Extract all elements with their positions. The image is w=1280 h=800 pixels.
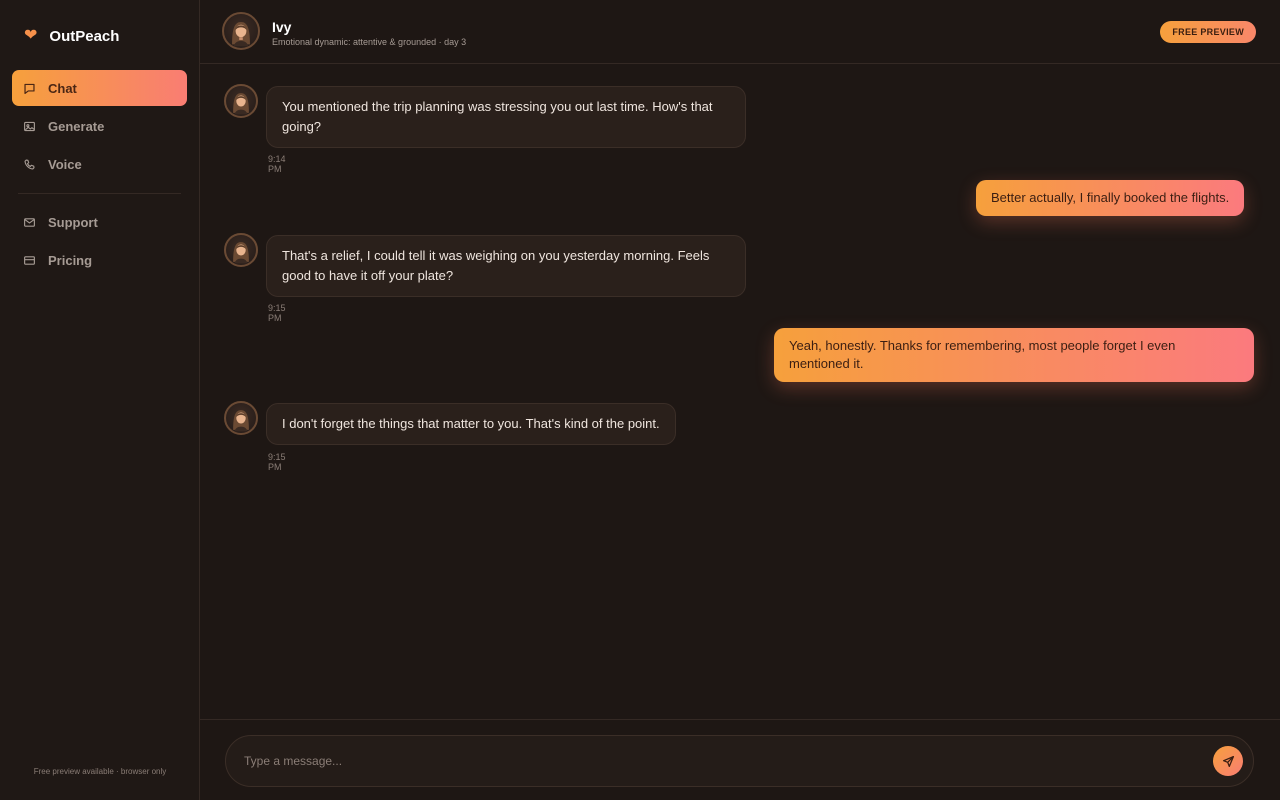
message-input[interactable] — [244, 750, 1204, 772]
phone-icon — [24, 158, 35, 170]
avatar[interactable] — [222, 12, 260, 50]
message-user: Better actually, I finally booked the fl… — [976, 180, 1245, 216]
character-status: Emotional dynamic: attentive & grounded … — [272, 37, 467, 47]
message-time: 9:15 PM — [268, 303, 286, 323]
sidebar-item-pricing[interactable]: Pricing — [12, 242, 187, 278]
avatar — [224, 84, 258, 118]
heart-icon: ❤ — [24, 27, 38, 44]
sidebar-footer-note: Free preview available · browser only — [33, 767, 167, 776]
chat-icon — [24, 83, 35, 94]
message-bubble: I don't forget the things that matter to… — [266, 403, 676, 445]
message-bubble: That's a relief, I could tell it was wei… — [266, 235, 746, 297]
sidebar-item-generate[interactable]: Generate — [12, 108, 187, 144]
send-button[interactable] — [1213, 746, 1243, 776]
message-time: 9:14 PM — [268, 154, 286, 174]
message-bubble: You mentioned the trip planning was stre… — [266, 86, 746, 148]
app-name: OutPeach — [49, 27, 120, 45]
card-icon — [24, 255, 35, 265]
composer — [225, 735, 1254, 787]
sidebar-item-support[interactable]: Support — [12, 204, 187, 240]
sidebar-item-voice[interactable]: Voice — [12, 146, 187, 182]
sidebar-item-label: Generate — [48, 118, 105, 134]
sidebar-nav: Chat Generate Voice Support Pricing — [12, 70, 187, 280]
sidebar-item-label: Chat — [48, 80, 77, 96]
avatar — [224, 401, 258, 435]
sidebar-item-label: Support — [48, 214, 98, 230]
brand[interactable]: ❤ OutPeach — [24, 26, 119, 46]
sidebar-item-chat[interactable]: Chat — [12, 70, 187, 106]
avatar — [224, 233, 258, 267]
sidebar-item-label: Voice — [48, 156, 82, 172]
message-user: Yeah, honestly. Thanks for remembering, … — [774, 328, 1254, 382]
character-name: Ivy — [272, 19, 292, 35]
chat-header: Ivy Emotional dynamic: attentive & groun… — [200, 0, 1280, 64]
sidebar: ❤ OutPeach Chat Generate Voice Support P… — [0, 0, 200, 800]
chat-thread: You mentioned the trip planning was stre… — [200, 65, 1280, 719]
divider — [18, 193, 181, 194]
avatar-portrait — [232, 22, 250, 47]
image-icon — [24, 121, 35, 131]
send-icon — [1222, 755, 1234, 767]
sidebar-item-label: Pricing — [48, 252, 93, 268]
composer-area — [200, 719, 1280, 800]
mail-icon — [24, 217, 35, 227]
message-time: 9:15 PM — [268, 452, 286, 472]
free-preview-badge: FREE PREVIEW — [1160, 21, 1256, 43]
